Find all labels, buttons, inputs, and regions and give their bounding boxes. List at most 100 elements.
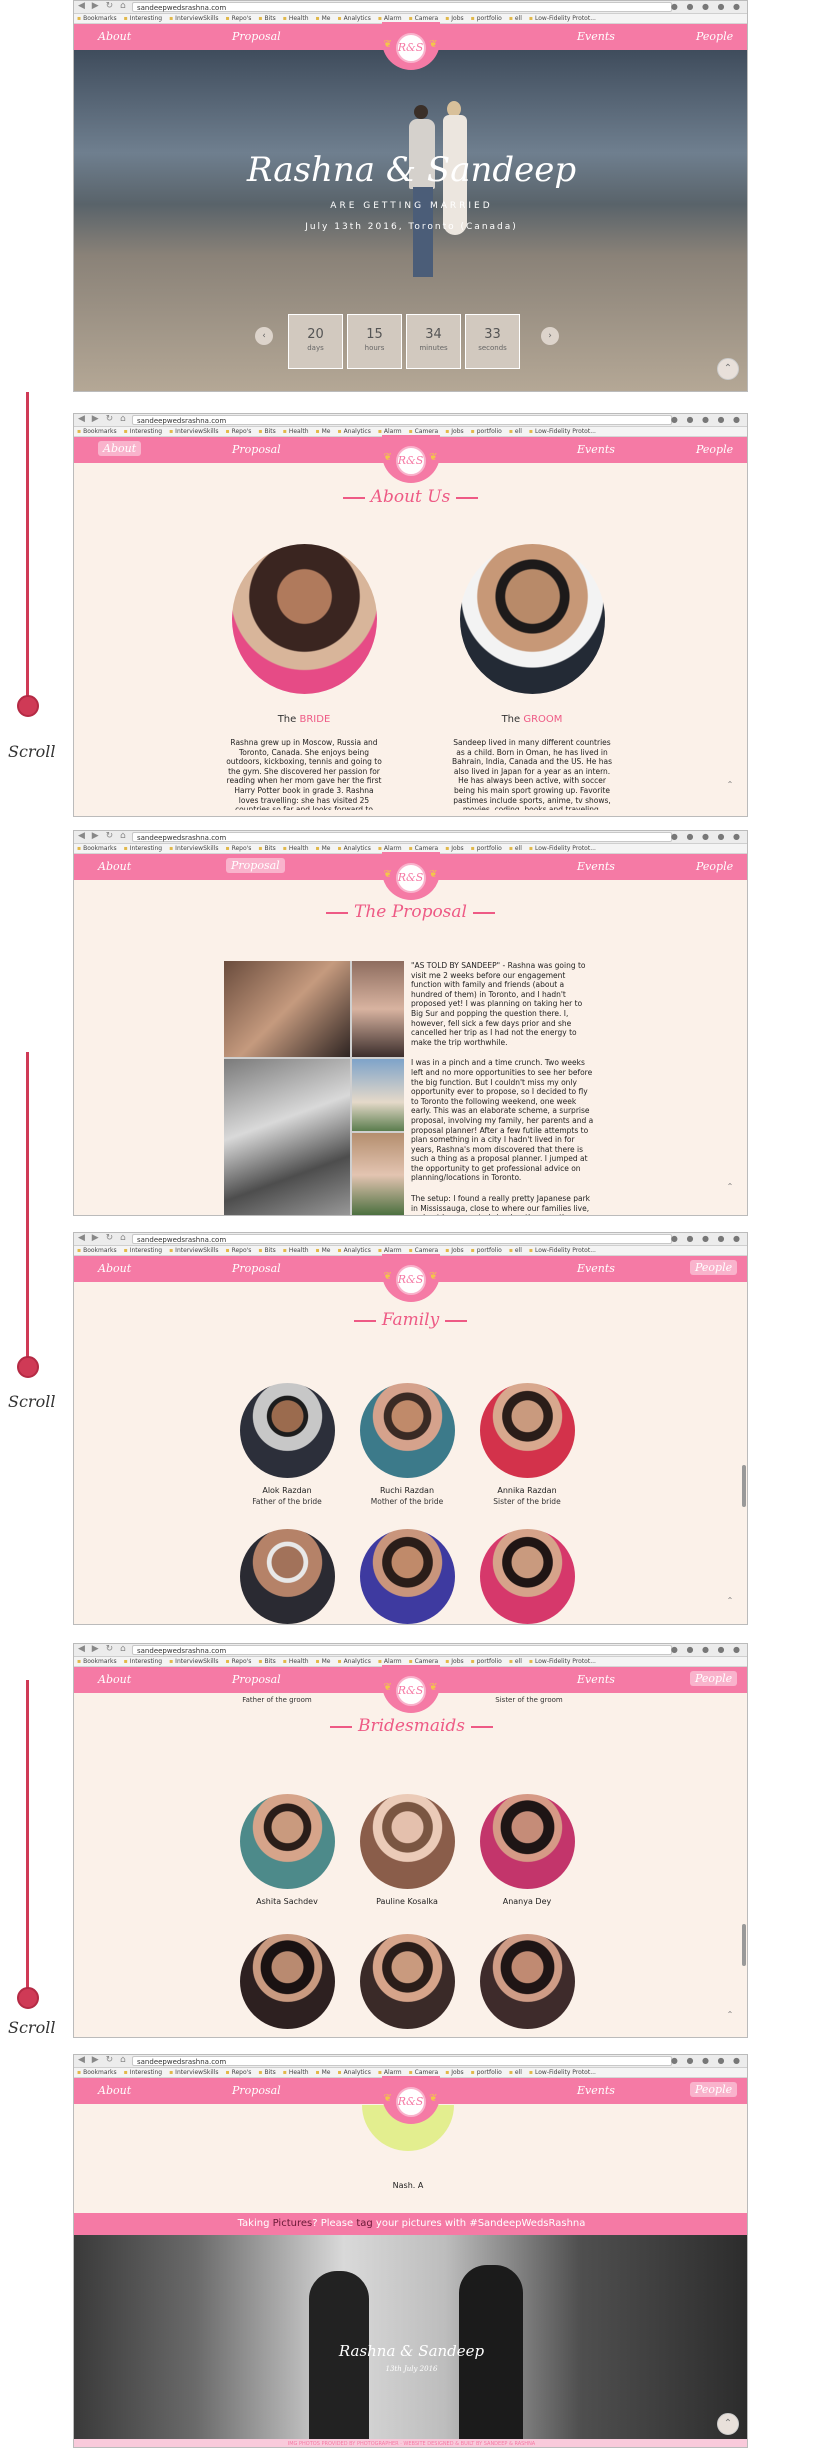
bookmark[interactable]: Low-Fidelity Protot... — [529, 14, 596, 23]
extension-icons[interactable]: ● ● ● ● ● — [671, 2, 743, 11]
bookmark[interactable]: Health — [283, 1657, 309, 1666]
bookmark[interactable]: Me — [316, 1657, 331, 1666]
bookmark[interactable]: Low-Fidelity Protot... — [529, 1657, 596, 1666]
nav-people[interactable]: People — [696, 30, 733, 43]
bookmark[interactable]: InterviewSkills — [169, 14, 218, 23]
scroll-top-button[interactable]: ⌃ — [723, 2009, 737, 2023]
bookmark[interactable]: portfolio — [471, 2068, 502, 2077]
bookmark[interactable]: Me — [316, 1246, 331, 1255]
bookmark[interactable]: Interesting — [124, 1246, 162, 1255]
bookmark[interactable]: Repo's — [225, 1246, 252, 1255]
bookmark[interactable]: Low-Fidelity Protot... — [529, 1246, 596, 1255]
bookmark[interactable]: Bookmarks — [77, 1246, 117, 1255]
bookmark[interactable]: Interesting — [124, 2068, 162, 2077]
browser-nav-icons[interactable]: ◀ ▶ ↻ ⌂ — [78, 1, 128, 11]
nav-people[interactable]: People — [690, 1671, 738, 1686]
nav-about[interactable]: About — [98, 441, 142, 456]
nav-events[interactable]: Events — [577, 30, 615, 43]
scroll-top-button[interactable]: ⌃ — [723, 779, 737, 793]
bookmark[interactable]: ell — [509, 2068, 522, 2077]
logo[interactable]: ❦ R&S ❦ — [381, 1665, 440, 1713]
bookmark[interactable]: Low-Fidelity Protot... — [529, 427, 596, 436]
bookmark[interactable]: Bits — [258, 1657, 276, 1666]
bookmark[interactable]: portfolio — [471, 1246, 502, 1255]
bookmark[interactable]: Interesting — [124, 14, 162, 23]
logo[interactable]: ❦ R&S ❦ — [381, 852, 440, 900]
bookmark[interactable]: ell — [509, 844, 522, 853]
nav-proposal[interactable]: Proposal — [232, 2084, 281, 2097]
nav-people[interactable]: People — [690, 1260, 738, 1275]
nav-events[interactable]: Events — [577, 1262, 615, 1275]
bookmark[interactable]: Health — [283, 1246, 309, 1255]
countdown-prev-button[interactable]: ‹ — [255, 327, 273, 345]
page-scrollbar[interactable] — [742, 1924, 746, 1966]
bookmark[interactable]: Repo's — [225, 14, 252, 23]
bookmark[interactable]: Bits — [258, 427, 276, 436]
bookmark[interactable]: portfolio — [471, 1657, 502, 1666]
browser-nav-icons[interactable]: ◀ ▶ ↻ ⌂ — [78, 831, 128, 841]
bookmark[interactable]: Repo's — [225, 844, 252, 853]
bookmark[interactable]: Health — [283, 2068, 309, 2077]
bookmark[interactable]: Analytics — [338, 14, 371, 23]
bookmark[interactable]: Analytics — [338, 1657, 371, 1666]
bookmark[interactable]: Me — [316, 2068, 331, 2077]
scroll-top-button[interactable]: ⌃ — [723, 1181, 737, 1195]
browser-nav-icons[interactable]: ◀ ▶ ↻ ⌂ — [78, 414, 128, 424]
logo[interactable]: ❦ R&S ❦ — [381, 1254, 440, 1302]
extension-icons[interactable]: ● ● ● ● ● — [671, 832, 743, 841]
nav-proposal[interactable]: Proposal — [232, 443, 281, 456]
countdown-next-button[interactable]: › — [541, 327, 559, 345]
bookmark[interactable]: Jobs — [445, 1657, 463, 1666]
bookmark[interactable]: Bookmarks — [77, 14, 117, 23]
nav-about[interactable]: About — [98, 30, 131, 43]
bookmark[interactable]: Bits — [258, 844, 276, 853]
nav-events[interactable]: Events — [577, 1673, 615, 1686]
bookmark[interactable]: InterviewSkills — [169, 427, 218, 436]
bookmark[interactable]: Jobs — [445, 2068, 463, 2077]
extension-icons[interactable]: ● ● ● ● ● — [671, 1234, 743, 1243]
bookmark[interactable]: Analytics — [338, 427, 371, 436]
bookmark[interactable]: Analytics — [338, 2068, 371, 2077]
bookmark[interactable]: Repo's — [225, 1657, 252, 1666]
nav-proposal[interactable]: Proposal — [232, 30, 281, 43]
extension-icons[interactable]: ● ● ● ● ● — [671, 2056, 743, 2065]
bookmark[interactable]: Repo's — [225, 427, 252, 436]
bookmark[interactable]: Health — [283, 427, 309, 436]
bookmark[interactable]: Interesting — [124, 427, 162, 436]
bookmark[interactable]: ell — [509, 1657, 522, 1666]
bookmark[interactable]: Low-Fidelity Protot... — [529, 2068, 596, 2077]
bookmark[interactable]: Me — [316, 14, 331, 23]
bookmark[interactable]: Health — [283, 844, 309, 853]
bookmark[interactable]: portfolio — [471, 14, 502, 23]
bookmark[interactable]: Me — [316, 844, 331, 853]
bookmark[interactable]: Analytics — [338, 1246, 371, 1255]
bookmark[interactable]: Bookmarks — [77, 2068, 117, 2077]
url-bar[interactable]: sandeepwedsrashna.com — [132, 1234, 672, 1244]
nav-people[interactable]: People — [690, 2082, 738, 2097]
bookmark[interactable]: InterviewSkills — [169, 1246, 218, 1255]
browser-nav-icons[interactable]: ◀ ▶ ↻ ⌂ — [78, 1644, 128, 1654]
bookmark[interactable]: Health — [283, 14, 309, 23]
nav-events[interactable]: Events — [577, 2084, 615, 2097]
url-bar[interactable]: sandeepwedsrashna.com — [132, 1645, 672, 1655]
bookmark[interactable]: Bits — [258, 14, 276, 23]
bookmark[interactable]: Analytics — [338, 844, 371, 853]
page-scrollbar[interactable] — [742, 1465, 746, 1507]
logo[interactable]: ❦ R&S ❦ — [381, 435, 440, 483]
scroll-top-button[interactable]: ⌃ — [717, 358, 739, 380]
nav-about[interactable]: About — [98, 2084, 131, 2097]
scroll-top-button[interactable]: ⌃ — [723, 1595, 737, 1609]
nav-people[interactable]: People — [696, 443, 733, 456]
nav-proposal[interactable]: Proposal — [232, 1262, 281, 1275]
nav-events[interactable]: Events — [577, 860, 615, 873]
url-bar[interactable]: sandeepwedsrashna.com — [132, 2056, 672, 2066]
bookmark[interactable]: ell — [509, 1246, 522, 1255]
nav-about[interactable]: About — [98, 1262, 131, 1275]
browser-nav-icons[interactable]: ◀ ▶ ↻ ⌂ — [78, 2055, 128, 2065]
bookmark[interactable]: Jobs — [445, 427, 463, 436]
nav-events[interactable]: Events — [577, 443, 615, 456]
bookmark[interactable]: Interesting — [124, 844, 162, 853]
bookmark[interactable]: ell — [509, 14, 522, 23]
browser-nav-icons[interactable]: ◀ ▶ ↻ ⌂ — [78, 1233, 128, 1243]
nav-proposal[interactable]: Proposal — [226, 858, 285, 873]
